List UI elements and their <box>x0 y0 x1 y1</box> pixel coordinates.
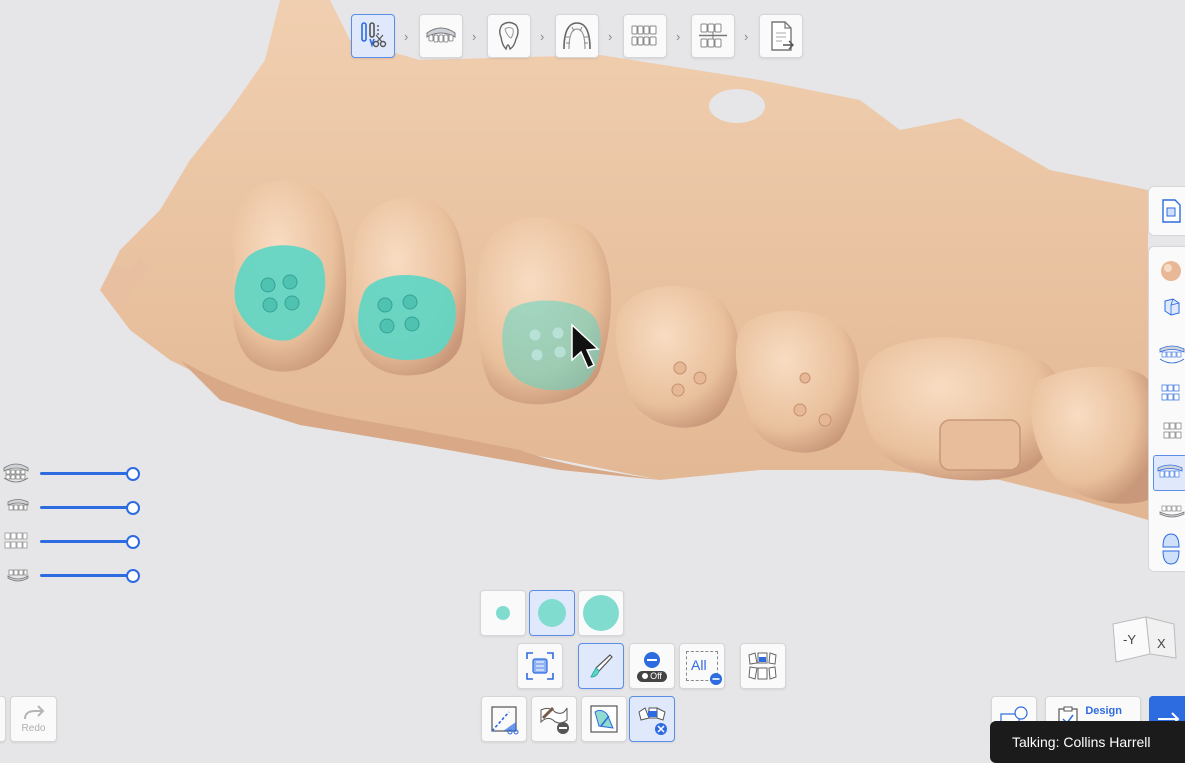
brush-size-medium-button[interactable] <box>529 590 575 636</box>
paint-brush-icon <box>590 654 613 678</box>
jaw-back-icon[interactable] <box>1159 419 1185 443</box>
chevron-right-icon: › <box>404 29 409 44</box>
view-cube-face-x: X <box>1157 636 1166 651</box>
brush-tool-button[interactable] <box>578 643 624 689</box>
minus-circle-icon <box>644 651 660 668</box>
redo-button[interactable]: Redo <box>10 696 57 742</box>
dashed-select-icon: All <box>686 651 722 685</box>
step-occlusion-button[interactable] <box>623 14 667 58</box>
step-export-button[interactable] <box>759 14 803 58</box>
target-scan-icon <box>526 652 554 680</box>
bite-icon <box>631 25 657 46</box>
teeth-remove-icon <box>638 707 667 735</box>
scissor-curve-icon <box>491 706 519 735</box>
step-segmentation-button[interactable] <box>351 14 395 58</box>
view-cube-face-y: -Y <box>1123 632 1136 647</box>
single-tooth-icon <box>499 21 519 51</box>
lower-teeth-icon <box>7 569 29 582</box>
surface-remove-icon <box>540 706 569 734</box>
right-tool-panel <box>1148 246 1185 572</box>
full-arch-icon <box>426 27 456 43</box>
occlusal-view-icon[interactable] <box>1159 531 1183 567</box>
off-toggle-badge: Off <box>637 670 667 682</box>
slider-handle[interactable] <box>126 467 140 481</box>
redo-arrow-icon <box>23 704 44 719</box>
brush-size-small-button[interactable] <box>480 590 526 636</box>
both-arches-opacity-slider[interactable] <box>40 540 132 543</box>
chevron-right-icon: › <box>472 29 477 44</box>
upper-lower-opacity-slider[interactable] <box>40 472 132 475</box>
cube-view-icon[interactable] <box>1159 297 1183 317</box>
select-all-button[interactable]: All <box>679 643 725 689</box>
angled-selection-icon <box>590 705 618 733</box>
view-orientation-cube[interactable]: -Y X <box>1110 614 1180 666</box>
chevron-right-icon: › <box>676 29 681 44</box>
upper-teeth-icon <box>7 499 29 511</box>
angle-select-button[interactable] <box>581 696 627 742</box>
step-setup-button[interactable] <box>691 14 735 58</box>
view-document-icon[interactable] <box>1159 197 1183 225</box>
lower-jaw-icon[interactable] <box>1159 503 1185 521</box>
bracket-remove-button[interactable] <box>629 696 675 742</box>
chevron-right-icon: › <box>540 29 545 44</box>
chevron-right-icon: › <box>744 29 749 44</box>
right-top-panel <box>1148 186 1185 236</box>
upper-teeth-opacity-slider[interactable] <box>40 506 132 509</box>
redo-label: Redo <box>21 722 46 734</box>
bracket-selection-2 <box>358 275 456 360</box>
talking-label: Talking: Collins Harrell <box>1012 734 1151 750</box>
lower-teeth-opacity-slider[interactable] <box>40 574 132 577</box>
design-label: Design <box>1085 705 1122 717</box>
upper-jaw-icon <box>1157 464 1183 478</box>
minus-circle-icon <box>710 673 722 685</box>
off-label: Off <box>650 670 662 681</box>
export-document-icon <box>771 21 794 51</box>
slider-handle[interactable] <box>126 535 140 549</box>
toggle-knob-icon <box>642 673 649 679</box>
chevron-right-icon: › <box>608 29 613 44</box>
material-sphere-icon[interactable] <box>1159 259 1183 283</box>
jaw-side-icon[interactable] <box>1159 381 1185 405</box>
medium-dot-icon <box>538 599 566 627</box>
slider-handle[interactable] <box>126 501 140 515</box>
undo-button[interactable] <box>0 696 6 742</box>
upper-jaw-view-button[interactable] <box>1153 455 1185 491</box>
teeth-bracket-icon <box>748 652 777 680</box>
alignment-icon <box>699 23 727 48</box>
all-label: All <box>691 657 707 673</box>
smooth-remove-button[interactable] <box>531 696 577 742</box>
step-tooth-button[interactable] <box>487 14 531 58</box>
talking-indicator: Talking: Collins Harrell <box>990 721 1185 763</box>
auto-detect-button[interactable] <box>517 643 563 689</box>
slider-handle[interactable] <box>126 569 140 583</box>
bracket-placement-button[interactable] <box>740 643 786 689</box>
arch-outline-icon <box>563 22 591 50</box>
full-jaw-icon[interactable] <box>1159 343 1185 367</box>
both-arches-icon <box>4 532 28 549</box>
small-dot-icon <box>496 606 510 620</box>
step-bracket-button[interactable] <box>555 14 599 58</box>
step-arch-button[interactable] <box>419 14 463 58</box>
upper-lower-jaw-icon <box>3 463 29 483</box>
erase-toggle-button[interactable]: Off <box>629 643 675 689</box>
large-dot-icon <box>583 595 619 631</box>
curve-cut-button[interactable] <box>481 696 527 742</box>
brush-size-large-button[interactable] <box>578 590 624 636</box>
tooth-cut-icon <box>361 22 387 48</box>
